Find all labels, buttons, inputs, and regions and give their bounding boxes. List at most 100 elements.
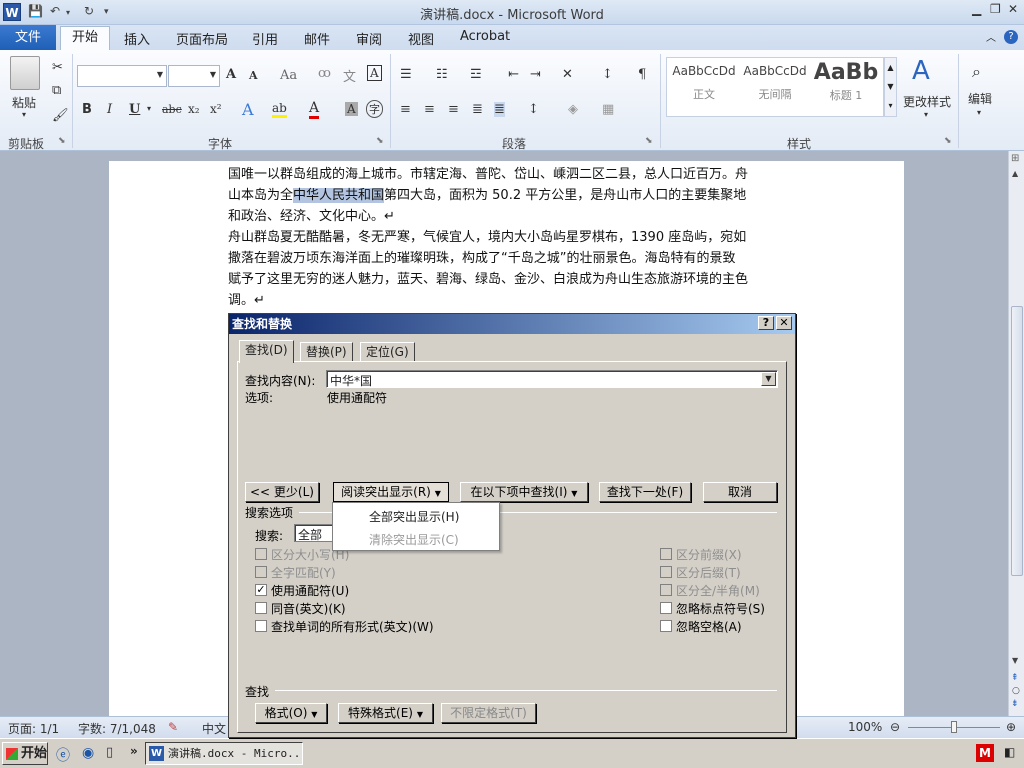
underline-button[interactable]: U <box>129 102 140 117</box>
paste-dropdown-icon[interactable]: ▾ <box>22 110 26 119</box>
zoom-level[interactable]: 100% <box>848 720 882 734</box>
enclose-char-icon[interactable]: 字 <box>366 100 383 118</box>
text-effects-icon[interactable]: A <box>242 100 254 119</box>
sounds-like-checkbox[interactable] <box>255 602 267 614</box>
tab-file[interactable]: 文件 <box>0 25 56 50</box>
show-marks-icon[interactable]: ¶ <box>638 67 646 82</box>
line-spacing-icon[interactable]: ↕ <box>528 102 539 117</box>
justify-icon[interactable]: ≣ <box>472 102 483 117</box>
quicklaunch-overflow-icon[interactable]: » <box>130 744 138 758</box>
grow-font-icon[interactable]: A <box>226 67 236 82</box>
dialog-title-bar[interactable]: 查找和替换 ? ✕ <box>229 314 795 334</box>
change-styles-button[interactable]: 更改样式 <box>903 93 951 110</box>
whole-word-checkbox[interactable] <box>255 566 267 578</box>
align-center-icon[interactable]: ≡ <box>424 102 435 117</box>
zoom-out-icon[interactable]: ⊖ <box>890 720 900 734</box>
word-count[interactable]: 字数: 7/1,048 <box>78 720 156 737</box>
styles-launcher-icon[interactable]: ⬊ <box>944 136 952 146</box>
borders-icon[interactable]: ▦ <box>602 102 614 117</box>
page-count[interactable]: 页面: 1/1 <box>8 720 59 737</box>
find-in-button[interactable]: 在以下项中查找(I) ▼ <box>460 482 588 502</box>
tab-replace[interactable]: 替换(P) <box>300 342 353 362</box>
find-what-combo[interactable]: 中华*国 ▼ <box>326 370 778 388</box>
char-border-icon[interactable]: A <box>367 65 382 81</box>
numbering-icon[interactable]: ☷ <box>436 67 448 82</box>
scroll-up-icon[interactable]: ▲ <box>1012 169 1018 178</box>
previous-page-icon[interactable]: ⇞ <box>1011 673 1019 683</box>
help-icon[interactable]: ? <box>1004 30 1018 44</box>
style-heading-1[interactable]: AaBb 标题 1 <box>811 60 881 103</box>
cancel-button[interactable]: 取消 <box>703 482 777 502</box>
align-left-icon[interactable]: ≡ <box>400 102 411 117</box>
close-icon[interactable]: ✕ <box>1008 2 1018 16</box>
paragraph-launcher-icon[interactable]: ⬊ <box>645 136 653 146</box>
font-launcher-icon[interactable]: ⬊ <box>376 136 384 146</box>
ignore-punct-checkbox[interactable] <box>660 602 672 614</box>
browser-quicklaunch-icon[interactable]: ◉ <box>82 745 94 761</box>
reading-highlight-button[interactable]: 阅读突出显示(R) ▼ <box>333 482 449 502</box>
restore-icon[interactable]: ❐ <box>990 2 1001 16</box>
superscript-button[interactable]: x² <box>210 102 222 116</box>
find-next-button[interactable]: 查找下一处(F) <box>599 482 691 502</box>
shrink-font-icon[interactable]: A <box>249 69 258 82</box>
chinese-layout-icon[interactable]: ✕ <box>562 67 573 82</box>
match-case-checkbox[interactable] <box>255 548 267 560</box>
editing-button[interactable]: 编辑 <box>968 90 992 107</box>
decrease-indent-icon[interactable]: ⇤ <box>508 67 519 82</box>
clear-highlight-item[interactable]: 清除突出显示(C) <box>369 531 459 548</box>
font-color-icon[interactable]: A <box>309 100 320 119</box>
styles-scroll[interactable]: ▲ ▼ ▾ <box>884 57 897 117</box>
tab-review[interactable]: 审阅 <box>356 29 382 48</box>
phonetic-guide-icon[interactable]: 文 <box>343 66 356 85</box>
underline-dropdown-icon[interactable]: ▾ <box>147 104 151 113</box>
tab-find[interactable]: 查找(D) <box>239 340 294 363</box>
change-styles-icon[interactable]: A <box>912 56 930 86</box>
ruler-toggle-icon[interactable]: ⊞ <box>1011 153 1019 164</box>
change-styles-dropdown-icon[interactable]: ▾ <box>924 110 928 119</box>
tab-page-layout[interactable]: 页面布局 <box>176 29 228 48</box>
format-button[interactable]: 格式(O) ▼ <box>255 703 327 723</box>
proofing-icon[interactable]: ✎ <box>168 720 178 734</box>
start-button[interactable]: 开始 <box>2 742 48 765</box>
find-what-input[interactable]: 中华*国 <box>330 372 372 389</box>
find-history-dropdown-icon[interactable]: ▼ <box>761 372 776 386</box>
increase-indent-icon[interactable]: ⇥ <box>530 67 541 82</box>
tab-view[interactable]: 视图 <box>408 29 434 48</box>
zoom-slider-thumb[interactable] <box>951 721 957 733</box>
bold-button[interactable]: B <box>82 102 92 117</box>
subscript-button[interactable]: x₂ <box>188 102 200 116</box>
multilevel-list-icon[interactable]: ☲ <box>470 67 482 82</box>
cut-icon[interactable]: ✂ <box>52 60 63 75</box>
tab-acrobat[interactable]: Acrobat <box>460 29 510 44</box>
taskbar-word-item[interactable]: W 演讲稿.docx - Micro... <box>145 742 303 765</box>
highlight-all-item[interactable]: 全部突出显示(H) <box>369 508 459 525</box>
highlight-color-icon[interactable]: ab <box>272 101 287 118</box>
scroll-thumb[interactable] <box>1011 306 1023 576</box>
style-no-spacing[interactable]: AaBbCcDd 无间隔 <box>740 64 810 102</box>
font-size-combo[interactable]: ▼ <box>168 65 220 87</box>
match-suffix-checkbox[interactable] <box>660 566 672 578</box>
ignore-space-checkbox[interactable] <box>660 620 672 632</box>
tab-insert[interactable]: 插入 <box>124 29 150 48</box>
no-formatting-button[interactable]: 不限定格式(T) <box>441 703 536 723</box>
tab-goto[interactable]: 定位(G) <box>360 342 415 362</box>
browse-object-icon[interactable]: ○ <box>1012 686 1020 696</box>
wildcards-checkbox[interactable]: ✓ <box>255 584 267 596</box>
special-button[interactable]: 特殊格式(E) ▼ <box>338 703 433 723</box>
dialog-close-button[interactable]: ✕ <box>776 316 792 330</box>
clipboard-launcher-icon[interactable]: ⬊ <box>58 136 66 146</box>
tab-home[interactable]: 开始 <box>60 26 110 51</box>
font-name-combo[interactable]: ▼ <box>77 65 167 87</box>
minimize-icon[interactable]: ▁ <box>972 2 981 16</box>
change-case-icon[interactable]: Aa <box>280 68 297 83</box>
less-button[interactable]: << 更少(L) <box>245 482 319 502</box>
language-indicator[interactable]: 中文 <box>202 720 226 737</box>
tray-app-icon[interactable]: M <box>976 744 994 762</box>
zoom-in-icon[interactable]: ⊕ <box>1006 720 1016 734</box>
width-checkbox[interactable] <box>660 584 672 596</box>
minimize-ribbon-icon[interactable]: ︿ <box>986 29 996 44</box>
vertical-scrollbar[interactable]: ⊞ ▲ ▼ ⇞ ○ ⇟ <box>1008 151 1024 716</box>
dialog-help-button[interactable]: ? <box>758 316 774 330</box>
ie-quicklaunch-icon[interactable]: ⓔ <box>56 745 70 765</box>
style-normal[interactable]: AaBbCcDd 正文 <box>669 64 739 102</box>
